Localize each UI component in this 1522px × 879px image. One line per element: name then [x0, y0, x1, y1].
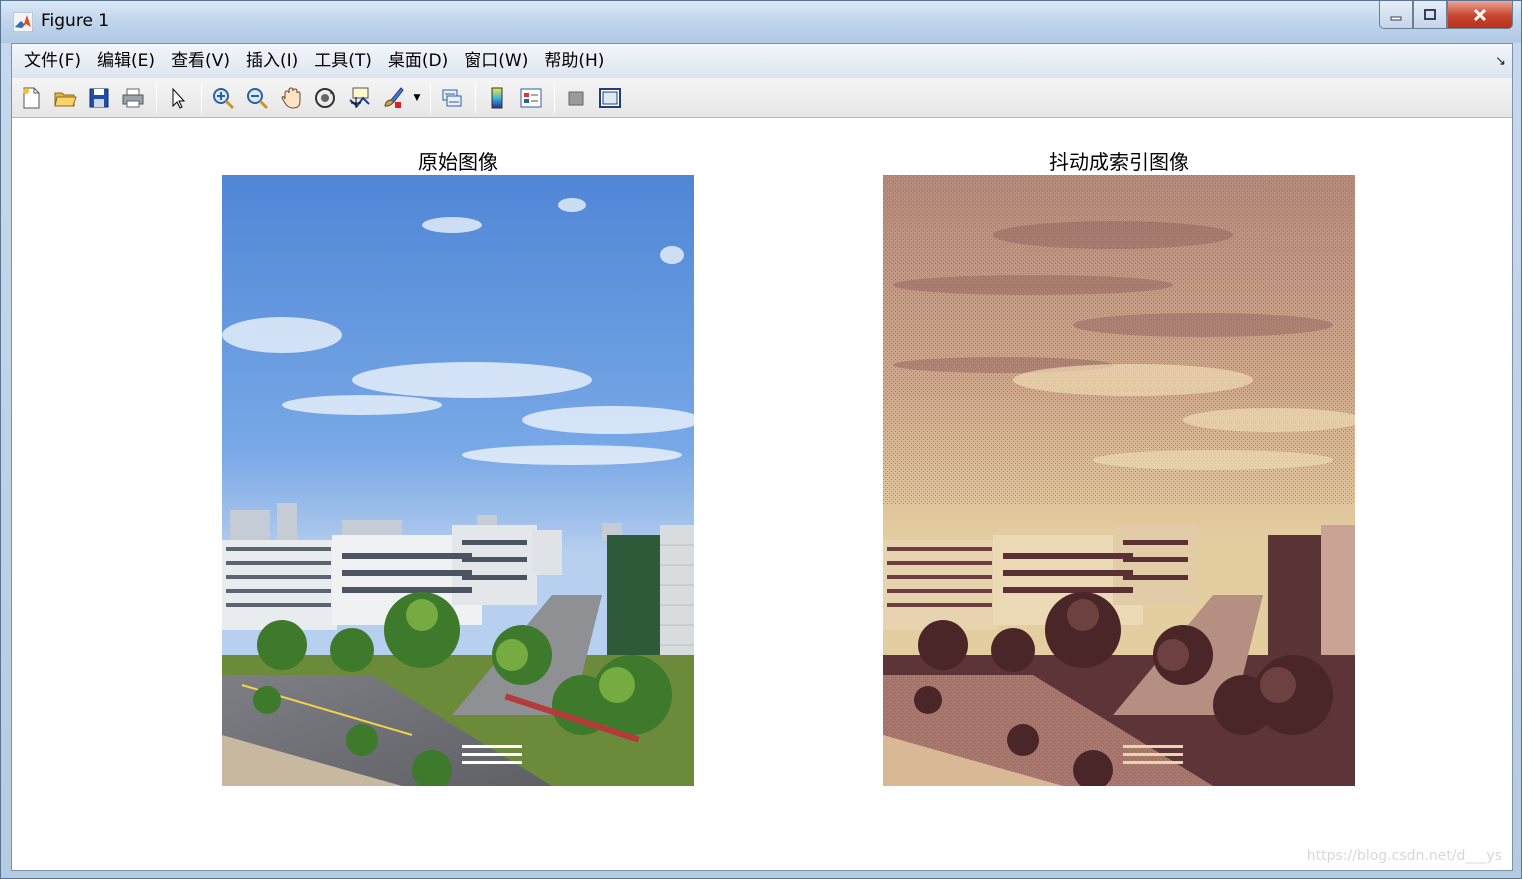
save-button[interactable]: [84, 83, 114, 113]
original-photo-image: [222, 175, 694, 786]
title-bar[interactable]: Figure 1: [1, 1, 1521, 43]
left-axes-title: 原始图像: [418, 150, 498, 174]
figure-client-area: 文件(F) 编辑(E) 查看(V) 插入(I) 工具(T) 桌面(D) 窗口(W…: [11, 43, 1513, 871]
toolbar-separator: [430, 82, 431, 113]
menu-insert[interactable]: 插入(I): [238, 46, 306, 76]
toolbar-separator: [475, 82, 476, 113]
brush-dropdown-arrow-icon[interactable]: ▼: [412, 83, 422, 113]
menu-edit[interactable]: 编辑(E): [89, 46, 163, 76]
dithered-photo-image: [883, 175, 1355, 786]
close-button[interactable]: [1447, 1, 1513, 29]
minimize-icon: [1390, 16, 1402, 20]
zoom-in-button[interactable]: [208, 83, 238, 113]
data-cursor-icon: [349, 87, 370, 108]
data-cursor-button[interactable]: [344, 83, 374, 113]
original-image[interactable]: [222, 175, 694, 786]
link-plot-icon: [442, 89, 462, 106]
menu-file[interactable]: 文件(F): [16, 46, 89, 76]
save-icon: [89, 88, 109, 107]
watermark-text: https://blog.csdn.net/d___ys: [1306, 848, 1502, 864]
menu-window[interactable]: 窗口(W): [456, 46, 536, 76]
link-plot-button[interactable]: [437, 83, 467, 113]
show-plot-tools-icon: [599, 87, 621, 108]
show-plot-tools-button[interactable]: [595, 83, 625, 113]
zoom-out-icon: [247, 87, 269, 109]
restore-icon: [1424, 8, 1436, 20]
brush-button[interactable]: [378, 83, 408, 113]
legend-button[interactable]: [516, 83, 546, 113]
rotate-3d-button[interactable]: [310, 83, 340, 113]
colorbar-button[interactable]: [482, 83, 512, 113]
brush-icon: [384, 86, 404, 108]
legend-icon: [520, 88, 542, 107]
dock-arrow-icon[interactable]: ↘: [1495, 54, 1506, 69]
maximize-button[interactable]: [1413, 1, 1447, 29]
figure-toolbar: ▼: [12, 78, 1512, 118]
close-icon: [1473, 8, 1487, 21]
open-file-button[interactable]: [50, 83, 80, 113]
zoom-out-button[interactable]: [242, 83, 272, 113]
print-button[interactable]: [118, 83, 148, 113]
toolbar-separator: [201, 82, 202, 113]
new-figure-icon: [23, 87, 40, 108]
hide-plot-tools-button[interactable]: [561, 83, 591, 113]
toolbar-separator: [156, 82, 157, 113]
menu-help[interactable]: 帮助(H): [536, 46, 612, 76]
pointer-icon: [172, 87, 186, 109]
figure-window: Figure 1 文件(F) 编辑(E) 查看(V) 插入(I) 工具(T) 桌…: [0, 0, 1522, 879]
open-file-icon: [54, 92, 77, 106]
menu-view[interactable]: 查看(V): [163, 46, 238, 76]
pan-button[interactable]: [276, 83, 306, 113]
hide-plot-tools-icon: [568, 91, 584, 105]
new-figure-button[interactable]: [16, 83, 46, 113]
rotate-3d-icon: [315, 87, 335, 108]
toolbar-separator: [554, 82, 555, 113]
pan-hand-icon: [281, 86, 301, 109]
window-title: Figure 1: [41, 11, 110, 31]
print-icon: [122, 88, 144, 107]
pointer-button[interactable]: [163, 83, 193, 113]
menu-tools[interactable]: 工具(T): [306, 46, 380, 76]
minimize-button[interactable]: [1379, 1, 1413, 29]
matlab-logo-icon: [13, 12, 33, 32]
menu-bar: 文件(F) 编辑(E) 查看(V) 插入(I) 工具(T) 桌面(D) 窗口(W…: [12, 44, 1512, 78]
menu-desktop[interactable]: 桌面(D): [380, 46, 456, 76]
colorbar-icon: [491, 87, 503, 108]
dithered-indexed-image[interactable]: [883, 175, 1355, 786]
zoom-in-icon: [213, 87, 235, 109]
right-axes-title: 抖动成索引图像: [1049, 150, 1189, 174]
